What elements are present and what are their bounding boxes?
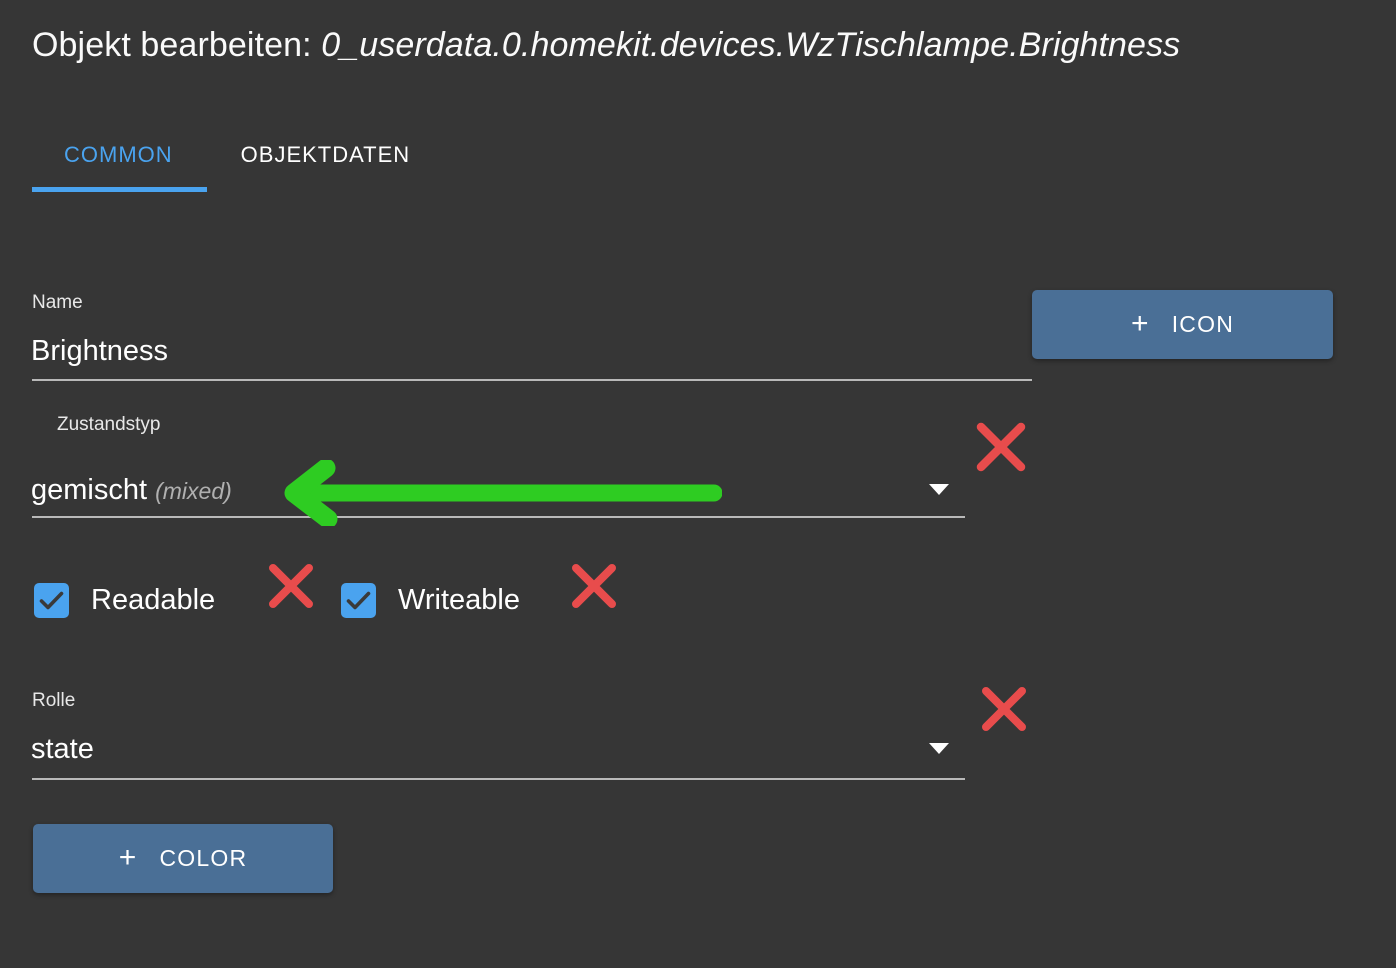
readable-checkbox-row[interactable]: Readable bbox=[34, 583, 215, 618]
writeable-checkbox-row[interactable]: Writeable bbox=[341, 583, 520, 618]
plus-icon: + bbox=[118, 840, 138, 874]
role-field-label: Rolle bbox=[32, 690, 76, 711]
writeable-checkbox-label: Writeable bbox=[398, 584, 520, 616]
add-color-button-label: COLOR bbox=[159, 845, 248, 871]
writeable-checkbox[interactable] bbox=[341, 583, 376, 618]
common-settings-form: Name Brightness Zustandstyp gemischt (mi… bbox=[0, 0, 1396, 968]
name-input-underline bbox=[32, 379, 1032, 381]
state-type-select[interactable]: gemischt (mixed) bbox=[31, 472, 232, 509]
check-icon bbox=[346, 591, 371, 610]
role-underline bbox=[32, 778, 965, 780]
state-type-value-suffix: (mixed) bbox=[155, 478, 232, 504]
readable-checkbox-label: Readable bbox=[91, 584, 216, 616]
role-select[interactable]: state bbox=[31, 731, 94, 767]
add-color-button[interactable]: + COLOR bbox=[33, 824, 333, 893]
plus-icon: + bbox=[1130, 306, 1150, 340]
add-icon-button-label: ICON bbox=[1171, 311, 1235, 337]
state-type-value: gemischt bbox=[31, 474, 148, 506]
chevron-down-icon[interactable] bbox=[929, 743, 949, 754]
readable-checkbox[interactable] bbox=[34, 583, 69, 618]
name-field-label: Name bbox=[32, 292, 83, 313]
add-icon-button[interactable]: + ICON bbox=[1032, 290, 1333, 359]
name-input[interactable]: Brightness bbox=[31, 333, 168, 369]
chevron-down-icon[interactable] bbox=[929, 484, 949, 495]
state-type-underline bbox=[32, 516, 965, 518]
check-icon bbox=[39, 591, 64, 610]
state-type-label: Zustandstyp bbox=[57, 414, 161, 435]
